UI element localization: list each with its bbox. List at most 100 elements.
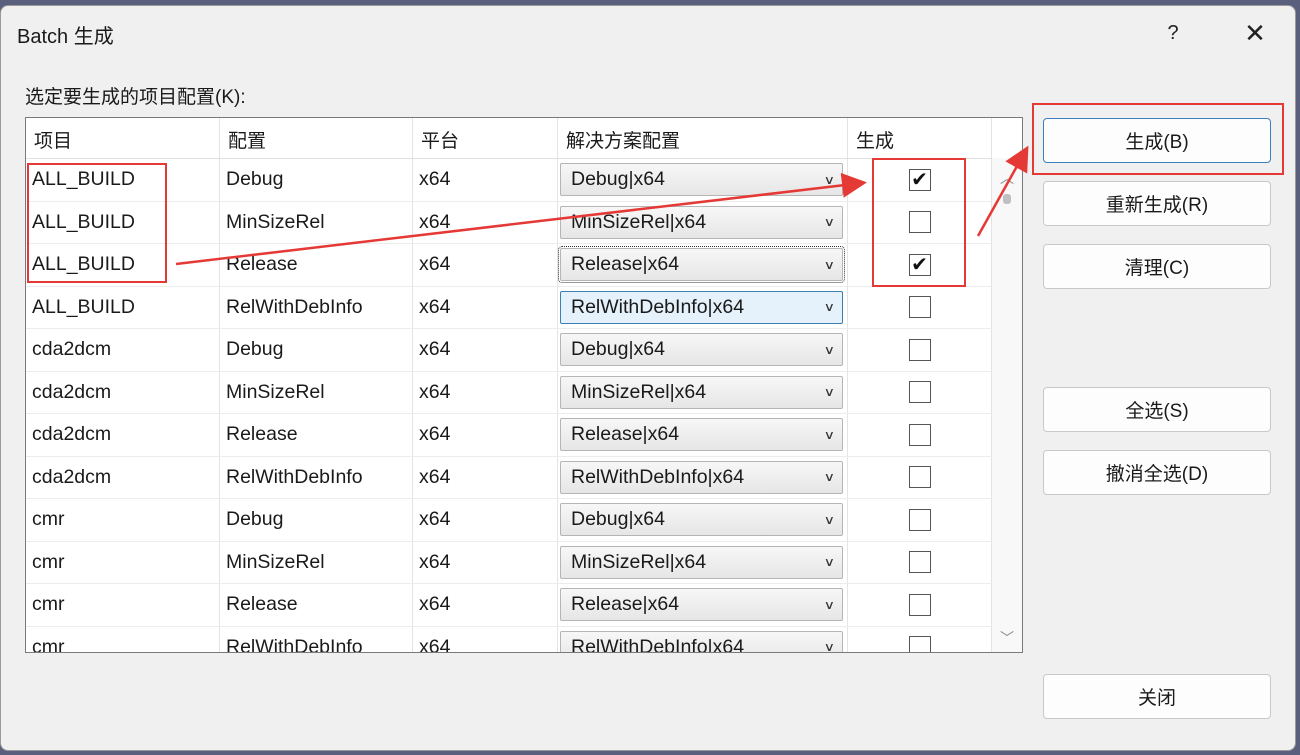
platform-cell: x64 [413, 329, 558, 371]
solution-config-dropdown[interactable]: RelWithDebInfo|x64 ∨ [560, 290, 843, 324]
rebuild-button[interactable]: 重新生成(R) [1043, 181, 1271, 226]
platform-cell: x64 [413, 456, 558, 498]
chevron-down-icon: ∨ [823, 172, 836, 187]
column-header-platform[interactable]: 平台 [413, 118, 558, 158]
column-header-build[interactable]: 生成 [848, 118, 992, 158]
platform-cell: x64 [413, 244, 558, 286]
table-row[interactable]: cmr Release x64 Release|x64 ∨ [26, 584, 992, 627]
config-cell: RelWithDebInfo [220, 286, 413, 328]
table-row[interactable]: cda2dcm Release x64 Release|x64 ∨ [26, 414, 992, 457]
chevron-down-icon: ∨ [823, 427, 836, 442]
solution-config-dropdown[interactable]: MinSizeRel|x64 ∨ [560, 545, 843, 579]
solution-config-cell: Release|x64 ∨ [558, 414, 848, 456]
column-header-config[interactable]: 配置 [220, 118, 413, 158]
solution-config-dropdown[interactable]: MinSizeRel|x64 ∨ [560, 375, 843, 409]
deselect-all-button[interactable]: 撤消全选(D) [1043, 450, 1271, 495]
chevron-down-icon: ∨ [823, 512, 836, 527]
close-button[interactable]: 关闭 [1043, 674, 1271, 719]
table-row[interactable]: cmr Debug x64 Debug|x64 ∨ [26, 499, 992, 542]
project-cell: cmr [26, 626, 220, 652]
solution-config-cell: RelWithDebInfo|x64 ∨ [558, 456, 848, 498]
close-window-button[interactable]: ✕ [1233, 16, 1277, 50]
clean-button[interactable]: 清理(C) [1043, 244, 1271, 289]
build-cell [848, 626, 992, 652]
dropdown-value: RelWithDebInfo|x64 [571, 465, 745, 488]
config-cell: Debug [220, 499, 413, 541]
table-row[interactable]: cmr MinSizeRel x64 MinSizeRel|x64 ∨ [26, 541, 992, 584]
build-checkbox[interactable] [908, 636, 931, 652]
build-checkbox[interactable] [908, 508, 931, 531]
build-cell: ✔ [848, 244, 992, 286]
solution-config-dropdown[interactable]: Release|x64 ∨ [558, 246, 845, 284]
chevron-down-icon: ∨ [823, 597, 836, 612]
table-row[interactable]: cda2dcm Debug x64 Debug|x64 ∨ [26, 329, 992, 372]
dropdown-value: MinSizeRel|x64 [571, 210, 707, 233]
vertical-scrollbar[interactable]: ︿ ﹀ [992, 158, 1022, 652]
build-button[interactable]: 生成(B) [1043, 118, 1271, 163]
column-header-project[interactable]: 项目 [26, 118, 220, 158]
chevron-down-icon: ∨ [823, 555, 836, 570]
build-checkbox[interactable]: ✔ [908, 253, 931, 276]
project-cell: cda2dcm [26, 456, 220, 498]
table-row[interactable]: ALL_BUILD Debug x64 Debug|x64 ∨ ✔ [26, 159, 992, 202]
build-checkbox[interactable]: ✔ [908, 168, 931, 191]
build-checkbox[interactable] [908, 466, 931, 489]
config-cell: MinSizeRel [220, 371, 413, 413]
dropdown-value: MinSizeRel|x64 [571, 550, 707, 573]
solution-config-dropdown[interactable]: RelWithDebInfo|x64 ∨ [560, 630, 843, 652]
build-checkbox[interactable] [908, 338, 931, 361]
config-cell: MinSizeRel [220, 541, 413, 583]
table-row[interactable]: ALL_BUILD Release x64 Release|x64 ∨ ✔ [26, 244, 992, 287]
dropdown-value: Debug|x64 [571, 508, 665, 531]
project-cell: cmr [26, 541, 220, 583]
solution-config-cell: MinSizeRel|x64 ∨ [558, 371, 848, 413]
solution-config-dropdown[interactable]: Release|x64 ∨ [560, 588, 843, 622]
chevron-up-icon[interactable]: ︿ [992, 166, 1022, 190]
solution-config-cell: Debug|x64 ∨ [558, 329, 848, 371]
chevron-down-icon: ∨ [823, 300, 836, 315]
solution-config-cell: MinSizeRel|x64 ∨ [558, 541, 848, 583]
table-row[interactable]: cda2dcm RelWithDebInfo x64 RelWithDebInfo|x… [26, 456, 992, 499]
solution-config-dropdown[interactable]: Debug|x64 ∨ [560, 163, 843, 197]
build-checkbox[interactable] [908, 423, 931, 446]
solution-config-dropdown[interactable]: Debug|x64 ∨ [560, 503, 843, 537]
config-cell: Debug [220, 159, 413, 201]
config-cell: MinSizeRel [220, 201, 413, 243]
solution-config-dropdown[interactable]: Debug|x64 ∨ [560, 333, 843, 367]
platform-cell: x64 [413, 626, 558, 652]
help-button[interactable]: ? [1151, 16, 1195, 50]
dropdown-value: Release|x64 [571, 253, 680, 276]
table-row[interactable]: cda2dcm MinSizeRel x64 MinSizeRel|x64 ∨ [26, 371, 992, 414]
check-icon: ✔ [911, 253, 928, 276]
table-row[interactable]: ALL_BUILD RelWithDebInfo x64 RelWithDebInfo… [26, 286, 992, 329]
project-cell: ALL_BUILD [26, 286, 220, 328]
build-checkbox[interactable] [908, 381, 931, 404]
column-header-solution-config[interactable]: 解决方案配置 [558, 118, 848, 158]
solution-config-dropdown[interactable]: Release|x64 ∨ [560, 418, 843, 452]
project-cell: ALL_BUILD [26, 159, 220, 201]
scrollbar-thumb[interactable] [1003, 194, 1011, 204]
build-checkbox[interactable] [908, 593, 931, 616]
project-cell: cmr [26, 499, 220, 541]
table-row[interactable]: cmr RelWithDebInfo x64 RelWithDebInfo|x64 ∨ [26, 626, 992, 652]
build-checkbox[interactable] [908, 551, 931, 574]
chevron-down-icon[interactable]: ﹀ [992, 626, 1022, 650]
build-cell [848, 541, 992, 583]
select-configs-label: 选定要生成的项目配置(K): [25, 87, 246, 108]
build-cell [848, 456, 992, 498]
solution-config-dropdown[interactable]: RelWithDebInfo|x64 ∨ [560, 460, 843, 494]
project-cell: cmr [26, 584, 220, 626]
select-all-button[interactable]: 全选(S) [1043, 387, 1271, 432]
platform-cell: x64 [413, 286, 558, 328]
solution-config-dropdown[interactable]: MinSizeRel|x64 ∨ [560, 205, 843, 239]
platform-cell: x64 [413, 499, 558, 541]
build-checkbox[interactable] [908, 211, 931, 234]
solution-config-cell: RelWithDebInfo|x64 ∨ [558, 286, 848, 328]
dropdown-value: Debug|x64 [571, 168, 665, 191]
build-cell [848, 584, 992, 626]
build-checkbox[interactable] [908, 296, 931, 319]
dropdown-value: Release|x64 [571, 593, 680, 616]
table-row[interactable]: ALL_BUILD MinSizeRel x64 MinSizeRel|x64 ∨ [26, 201, 992, 244]
chevron-down-icon: ∨ [823, 385, 836, 400]
window-title: Batch 生成 [17, 26, 114, 48]
